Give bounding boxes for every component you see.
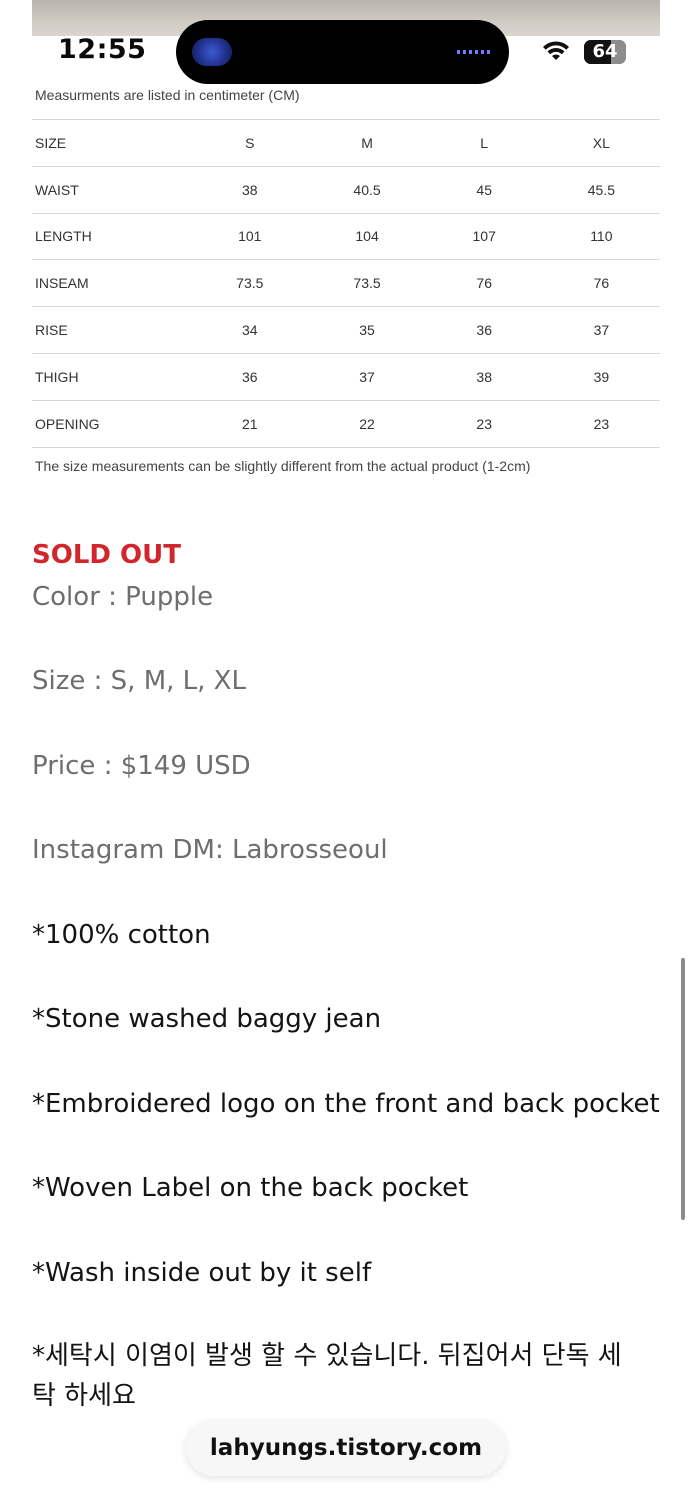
table-cell: 76 xyxy=(425,259,543,307)
detail-item: *Stone washed baggy jean xyxy=(32,1004,382,1034)
wifi-icon xyxy=(543,41,569,60)
table-cell: 38 xyxy=(191,165,309,214)
row-label: LENGTH xyxy=(32,212,192,260)
header-cell: XL xyxy=(542,119,660,167)
battery-level: 64 xyxy=(592,41,618,62)
header-cell: S xyxy=(191,119,309,167)
table-cell: 45 xyxy=(425,165,543,214)
row-label: INSEAM xyxy=(32,259,192,307)
detail-item: *Woven Label on the back pocket xyxy=(32,1173,469,1203)
size-note-bottom: The size measurements can be slightly di… xyxy=(35,458,531,474)
table-cell: 36 xyxy=(191,352,309,401)
table-cell: 104 xyxy=(308,212,426,260)
table-cell: 34 xyxy=(191,306,309,354)
size-note-top: Measurments are listed in centimeter (CM… xyxy=(35,87,300,103)
address-bar[interactable]: lahyungs.tistory.com xyxy=(186,1420,506,1476)
battery-icon: 64 xyxy=(584,40,626,64)
detail-item: *세탁시 이염이 발생 할 수 있습니다. 뒤집어서 단독 세탁 하세요 xyxy=(32,1341,622,1411)
table-cell: 38 xyxy=(425,352,543,401)
table-cell: 37 xyxy=(542,306,660,354)
table-cell: 101 xyxy=(191,212,309,260)
table-row: LENGTH 101 104 107 110 xyxy=(32,212,660,260)
row-label: THIGH xyxy=(32,352,192,401)
table-row: WAIST 38 40.5 45 45.5 xyxy=(32,165,660,214)
size-chart-table: SIZE S M L XL WAIST 38 40.5 45 45.5 LENG… xyxy=(32,119,660,448)
url-text: lahyungs.tistory.com xyxy=(209,1435,483,1461)
table-cell: 39 xyxy=(542,352,660,401)
table-cell: 45.5 xyxy=(542,165,660,214)
price-line: Price : $149 USD xyxy=(32,751,251,781)
table-row: OPENING 21 22 23 23 xyxy=(32,399,660,448)
header-cell: M xyxy=(308,119,426,167)
table-header-row: SIZE S M L XL xyxy=(32,119,660,167)
scrollbar[interactable] xyxy=(681,958,685,1220)
table-cell: 21 xyxy=(191,399,309,448)
table-cell: 37 xyxy=(308,352,426,401)
detail-item: *100% cotton xyxy=(32,920,211,950)
dynamic-island[interactable] xyxy=(176,20,509,84)
row-label: WAIST xyxy=(32,165,192,214)
detail-item: *Embroidered logo on the front and back … xyxy=(32,1089,660,1119)
table-cell: 73.5 xyxy=(308,259,426,307)
table-row: RISE 34 35 36 37 xyxy=(32,306,660,354)
status-time: 12:55 xyxy=(58,34,147,65)
table-cell: 110 xyxy=(542,212,660,260)
row-label: RISE xyxy=(32,306,192,354)
size-line: Size : S, M, L, XL xyxy=(32,666,246,696)
table-cell: 76 xyxy=(542,259,660,307)
table-row: THIGH 36 37 38 39 xyxy=(32,352,660,401)
header-cell: SIZE xyxy=(32,119,192,167)
table-cell: 40.5 xyxy=(308,165,426,214)
activity-indicator-icon xyxy=(457,50,493,54)
table-cell: 23 xyxy=(542,399,660,448)
color-line: Color : Pupple xyxy=(32,582,214,612)
now-playing-thumbnail xyxy=(192,38,232,66)
table-cell: 107 xyxy=(425,212,543,260)
table-row: INSEAM 73.5 73.5 76 76 xyxy=(32,259,660,307)
table-cell: 23 xyxy=(425,399,543,448)
header-cell: L xyxy=(425,119,543,167)
product-info: SOLD OUT Color : Pupple Size : S, M, L, … xyxy=(32,540,662,1411)
table-cell: 36 xyxy=(425,306,543,354)
table-cell: 73.5 xyxy=(191,259,309,307)
table-cell: 22 xyxy=(308,399,426,448)
sold-out-label: SOLD OUT xyxy=(32,540,181,570)
row-label: OPENING xyxy=(32,399,192,448)
instagram-line: Instagram DM: Labrosseoul xyxy=(32,835,388,865)
table-cell: 35 xyxy=(308,306,426,354)
detail-item: *Wash inside out by it self xyxy=(32,1258,372,1288)
